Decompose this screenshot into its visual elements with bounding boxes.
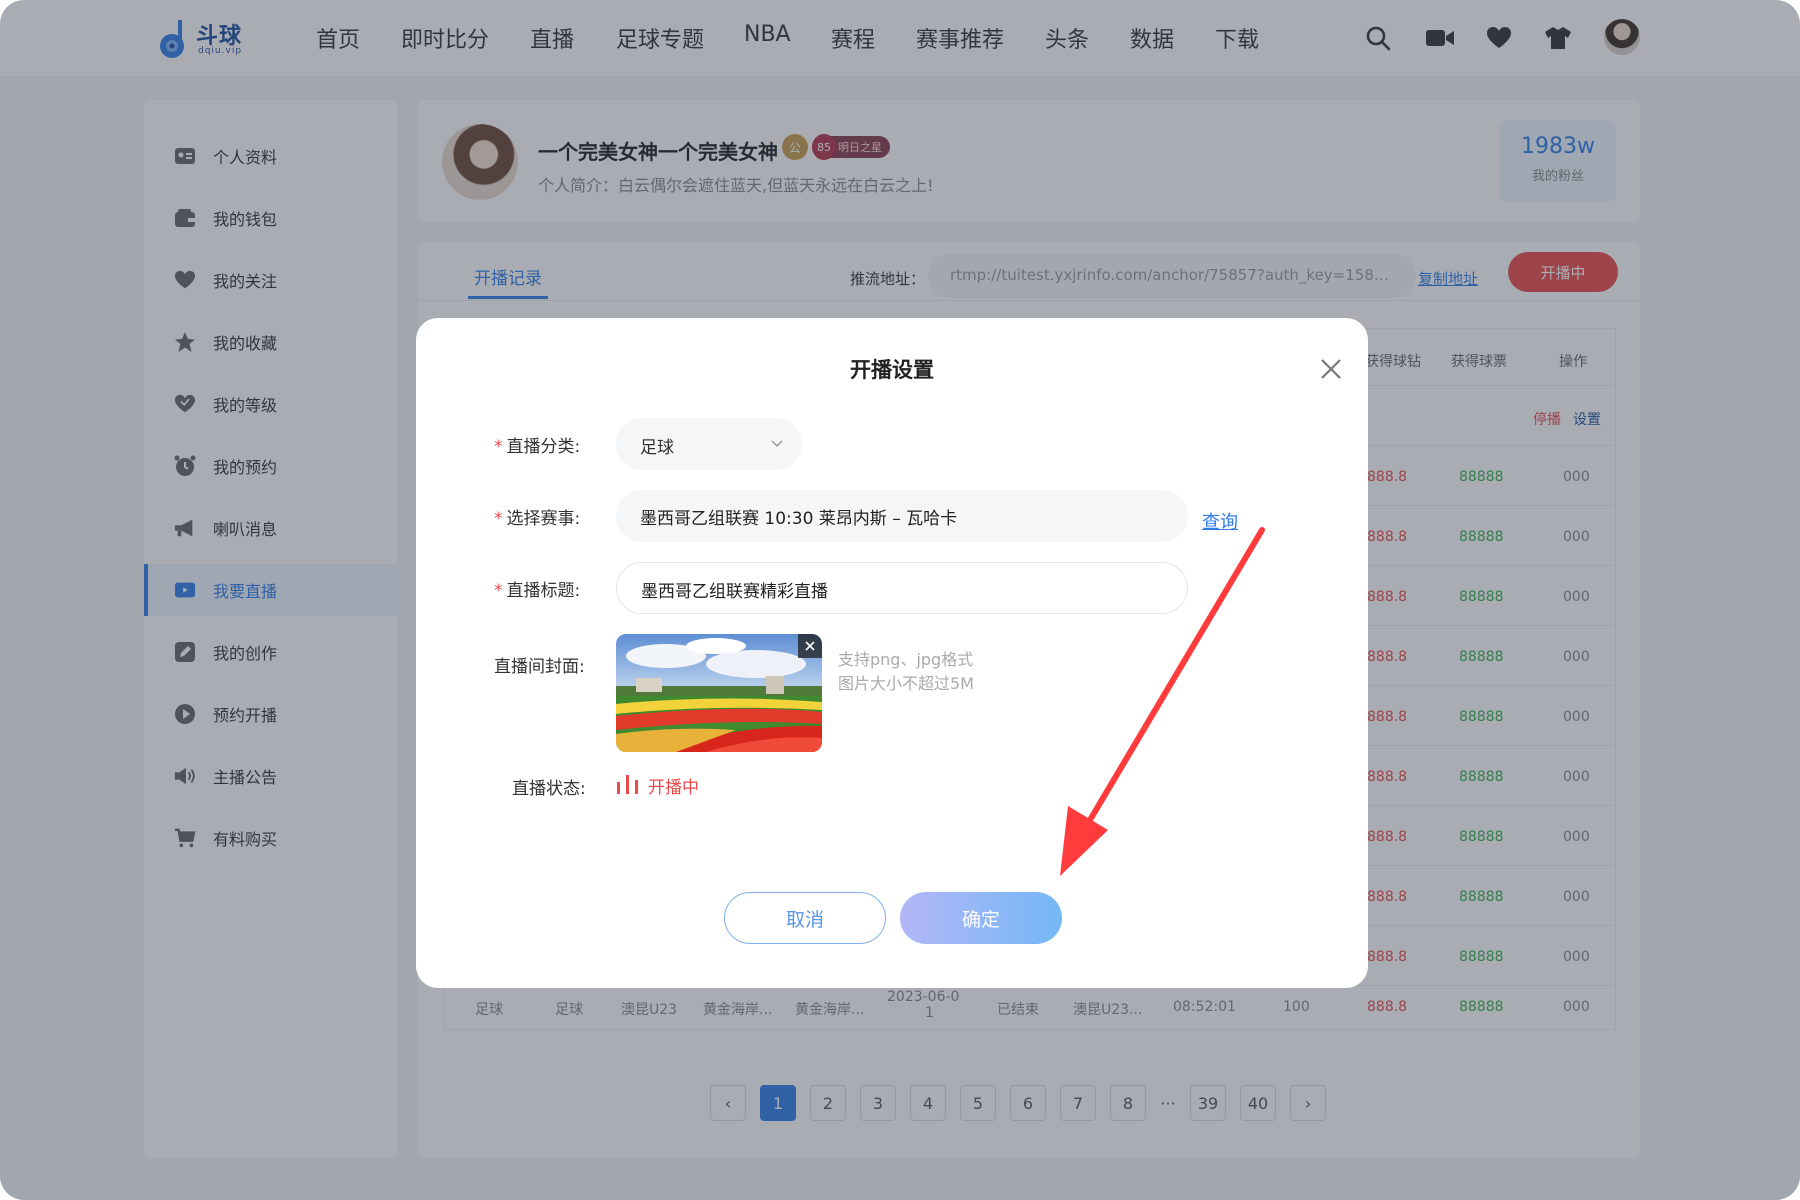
chevron-down-icon [771, 440, 783, 448]
status-value: 开播中 [648, 778, 699, 798]
remove-cover-icon[interactable] [798, 634, 822, 658]
stream-title-label: * 直播标题: [494, 576, 580, 601]
live-settings-dialog: 开播设置 * 直播分类: 足球 * 选择赛事: 墨西哥乙组联赛 10:30 莱昂内斯… [416, 318, 1368, 988]
close-icon[interactable] [1318, 356, 1344, 382]
cover-image[interactable] [616, 634, 822, 752]
category-value: 足球 [640, 438, 674, 458]
required-asterisk: * [494, 437, 503, 457]
category-label-text: 直播分类: [506, 437, 581, 457]
stream-title-field[interactable]: 墨西哥乙组联赛精彩直播 [616, 562, 1188, 614]
cover-format-hint: 支持png、jpg格式 [838, 650, 974, 669]
cancel-button[interactable]: 取消 [724, 892, 886, 944]
query-link[interactable]: 查询 [1202, 508, 1238, 534]
required-asterisk: * [494, 581, 503, 601]
live-bars-icon [617, 775, 638, 794]
cover-label: 直播间封面: [494, 657, 585, 677]
app-frame: 斗球 dqiu.vip 首页 即时比分 直播 足球专题 NBA 赛程 赛事推荐 … [0, 0, 1800, 1200]
confirm-button[interactable]: 确定 [900, 892, 1062, 944]
required-asterisk: * [494, 509, 503, 529]
match-field[interactable]: 墨西哥乙组联赛 10:30 莱昂内斯 – 瓦哈卡 [616, 490, 1188, 542]
category-select[interactable]: 足球 [616, 418, 802, 470]
cover-size-hint: 图片大小不超过5M [838, 674, 974, 693]
dialog-title: 开播设置 [850, 358, 934, 382]
cover-photo-flower-field [616, 634, 822, 752]
status-label: 直播状态: [512, 779, 586, 799]
match-label: * 选择赛事: [494, 504, 580, 529]
match-label-text: 选择赛事: [506, 509, 581, 529]
category-label: * 直播分类: [494, 432, 580, 457]
stream-title-label-text: 直播标题: [506, 581, 581, 601]
